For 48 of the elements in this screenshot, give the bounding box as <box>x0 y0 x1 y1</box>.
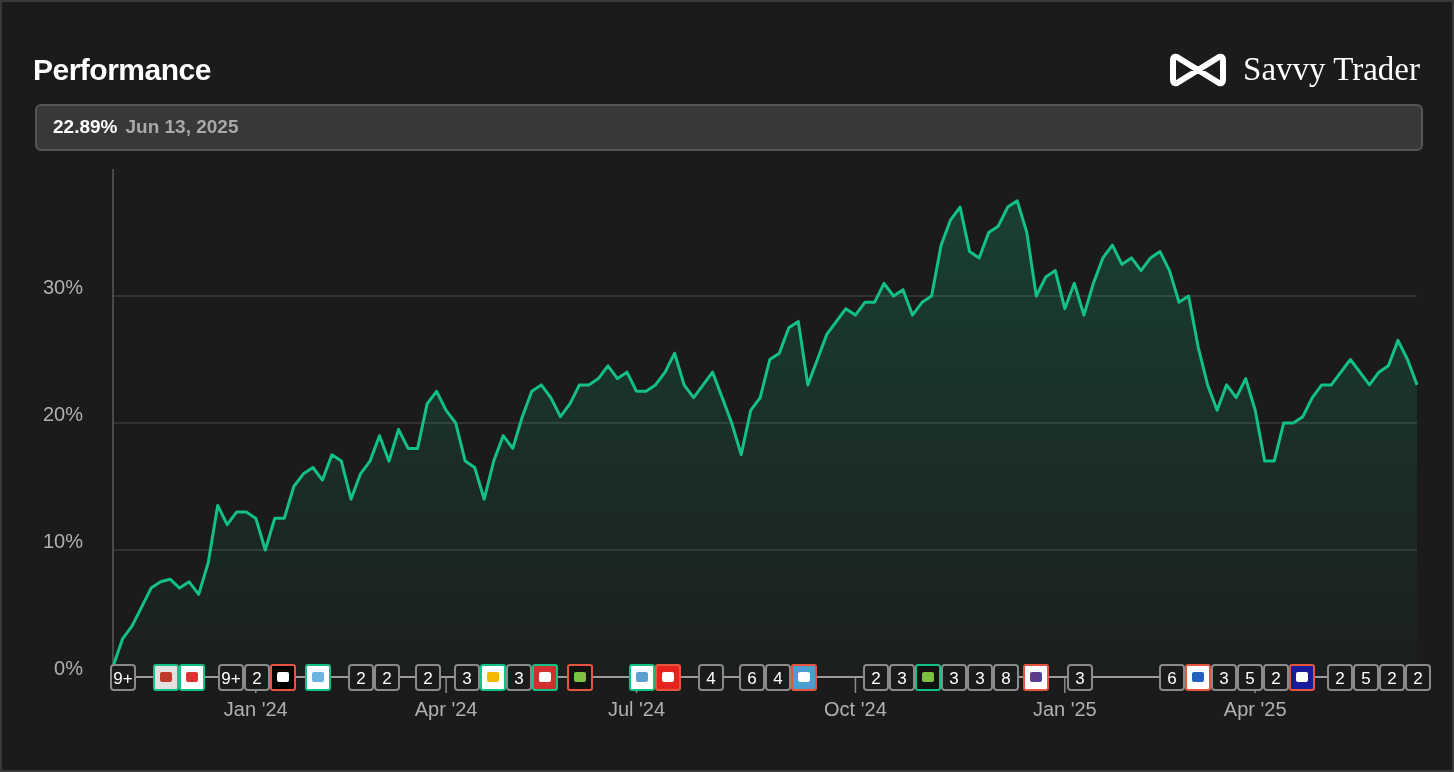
count-marker[interactable]: 3 <box>941 664 967 691</box>
count-marker[interactable]: 4 <box>698 664 724 691</box>
count-marker[interactable]: 5 <box>1353 664 1379 691</box>
count-marker[interactable]: 3 <box>1067 664 1093 691</box>
count-marker[interactable]: 2 <box>1327 664 1353 691</box>
count-marker[interactable]: 2 <box>1379 664 1405 691</box>
axis-label: Jan '24 <box>223 698 288 720</box>
count-marker[interactable]: 9+ <box>110 664 136 691</box>
axis-label: 0% <box>54 657 83 679</box>
axis-label: Apr '25 <box>1223 698 1287 720</box>
count-marker[interactable]: 2 <box>348 664 374 691</box>
brand-name: Savvy Trader <box>1243 50 1420 90</box>
tick-mark <box>445 676 447 694</box>
count-marker[interactable]: 2 <box>1263 664 1289 691</box>
count-marker[interactable]: 3 <box>967 664 993 691</box>
axis-label: 30% <box>42 276 83 298</box>
axis-label: Apr '24 <box>414 698 478 720</box>
company-logo-icon[interactable] <box>1289 664 1315 691</box>
logo-icon <box>1169 52 1228 88</box>
date-label: Jun 13, 2025 <box>125 115 239 140</box>
count-marker[interactable]: 6 <box>1159 664 1185 691</box>
axis-label: 10% <box>42 530 83 552</box>
count-marker[interactable]: 6 <box>739 664 765 691</box>
company-logo-icon[interactable] <box>270 664 296 691</box>
count-marker[interactable]: 2 <box>244 664 270 691</box>
count-marker[interactable]: 3 <box>454 664 480 691</box>
tick-mark <box>1064 676 1066 694</box>
count-marker[interactable]: 2 <box>1405 664 1431 691</box>
count-marker[interactable]: 2 <box>374 664 400 691</box>
axis-label: 20% <box>42 403 83 425</box>
company-logo-icon[interactable] <box>1023 664 1049 691</box>
count-marker[interactable]: 2 <box>863 664 889 691</box>
company-logo-icon[interactable] <box>567 664 593 691</box>
count-marker[interactable]: 3 <box>889 664 915 691</box>
card-title: Performance <box>33 52 211 88</box>
count-marker[interactable]: 9+ <box>218 664 244 691</box>
count-marker[interactable]: 5 <box>1237 664 1263 691</box>
company-logo-icon[interactable] <box>1185 664 1211 691</box>
count-marker[interactable]: 8 <box>993 664 1019 691</box>
axis-label: Jan '25 <box>1032 698 1097 720</box>
count-marker[interactable]: 2 <box>415 664 441 691</box>
count-marker[interactable]: 3 <box>1211 664 1237 691</box>
performance-value: 22.89% <box>53 115 118 140</box>
axis-label: Oct '24 <box>824 698 887 720</box>
count-marker[interactable]: 4 <box>765 664 791 691</box>
count-marker[interactable]: 3 <box>506 664 532 691</box>
axis-label: Jul '24 <box>607 698 666 720</box>
company-logo-icon[interactable] <box>915 664 941 691</box>
